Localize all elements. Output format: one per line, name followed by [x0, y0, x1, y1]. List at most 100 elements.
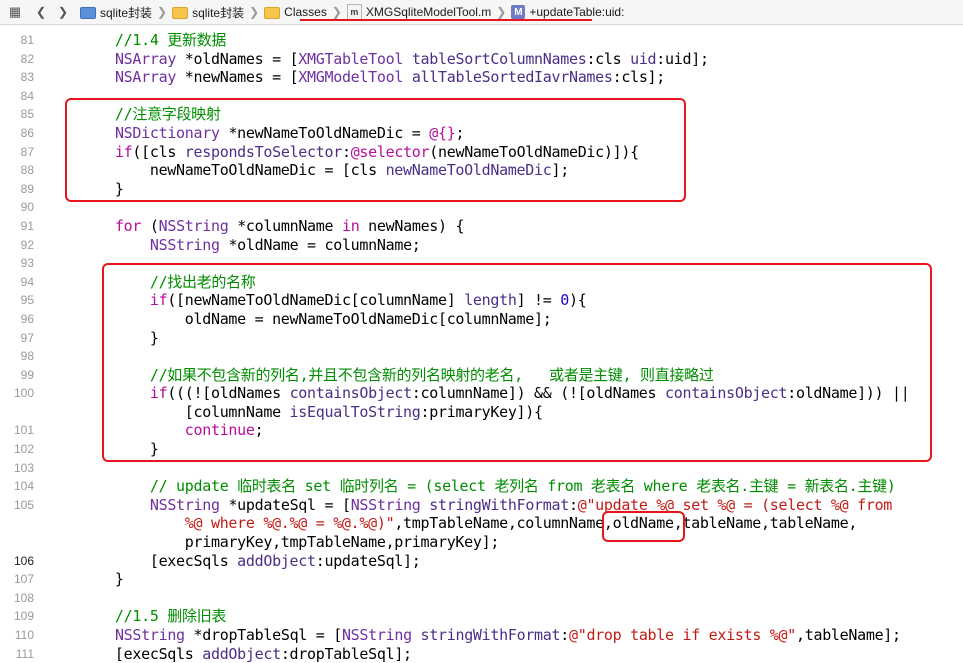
code-text: //1.5 删除旧表 — [80, 607, 226, 626]
line-number: 103 — [13, 460, 34, 475]
code-token-string: @"drop table if exists %@" — [568, 626, 796, 644]
code-token-plain: : — [560, 626, 569, 644]
line-number: 106 — [13, 553, 34, 568]
code-token-type: XMGModelTool — [298, 68, 404, 87]
breadcrumb-method[interactable]: M +updateTable:uid: — [511, 5, 624, 19]
code-text: } — [80, 570, 124, 589]
code-token-comment: //1.5 删除旧表 — [80, 607, 227, 626]
line-number: 91 — [20, 218, 34, 233]
line-number: 110 — [14, 628, 34, 642]
code-token-plain: *oldName = columnName; — [219, 235, 421, 254]
line-number: 93 — [20, 256, 34, 271]
code-token-plain: [execSqls — [80, 551, 238, 570]
code-token-plain: *newNames = [ — [176, 68, 299, 87]
breadcrumb-group[interactable]: sqlite封装 — [172, 4, 244, 21]
line-number: 85 — [20, 107, 34, 122]
code-token-plain: *columnName — [228, 216, 342, 235]
code-token-plain: *updateSql = [ — [219, 495, 351, 514]
code-token-method: addObject — [237, 551, 316, 570]
code-token-method: allTableSortedIavrNames — [411, 68, 613, 87]
line-number: 96 — [20, 311, 34, 326]
chevron-right-icon: ❯ — [331, 5, 342, 19]
code-token-type: NSString — [158, 216, 229, 235]
line-number: 97 — [20, 330, 34, 345]
code-token-method: stringWithFormat — [429, 495, 569, 514]
code-token-type: NSString — [114, 626, 185, 644]
code-token-string: %@ where %@.%@ = %@.%@)" — [80, 514, 395, 533]
code-text: NSArray *newNames = [XMGModelTool allTab… — [80, 68, 665, 87]
breadcrumb-classes[interactable]: Classes — [264, 5, 327, 19]
code-token-keyword: in — [341, 216, 360, 235]
breadcrumb-file[interactable]: m XMGSqliteModelTool.m — [346, 4, 492, 20]
line-number: 83 — [20, 70, 34, 85]
code-token-plain: } — [80, 570, 124, 589]
code-token-type: NSString — [341, 626, 412, 644]
line-number: 87 — [20, 144, 34, 159]
breadcrumb-label: sqlite封装 — [100, 5, 153, 20]
code-text: NSArray *oldNames = [XMGTableTool tableS… — [80, 50, 709, 69]
code-token-plain: *oldNames = [ — [176, 49, 299, 68]
line-number: 95 — [20, 293, 34, 308]
code-token-plain: primaryKey,tmpTableName,primaryKey]; — [80, 533, 500, 552]
folder-icon — [264, 7, 281, 19]
related-items-icon[interactable]: ▦ — [6, 2, 24, 22]
code-token-type: NSString — [149, 495, 220, 514]
line-number: 84 — [20, 88, 34, 103]
code-token-plain: :cls — [586, 49, 631, 68]
back-arrow-icon[interactable]: ❮ — [32, 2, 50, 22]
code-token-plain: :updateSql]; — [315, 551, 421, 570]
code-text: for (NSString *columnName in newNames) { — [80, 216, 465, 236]
code-token-method: tableSortColumnNames — [411, 49, 587, 68]
jump-bar: ▦ ❮ ❯ sqlite封装 ❯ sqlite封装 ❯ Classes ❯ m … — [0, 0, 963, 25]
breadcrumb-label: sqlite封装 — [192, 5, 245, 20]
line-number: 98 — [20, 349, 34, 364]
code-text: [execSqls addObject:updateSql]; — [80, 552, 421, 571]
highlight-box-oldname-arg — [602, 511, 685, 542]
code-token-plain: :uid]; — [656, 49, 709, 68]
code-token-plain: newNames) { — [359, 216, 465, 235]
breadcrumb-project[interactable]: sqlite封装 — [80, 4, 152, 21]
line-number: 100 — [13, 386, 34, 401]
code-token-comment: //1.4 更新数据 — [80, 31, 227, 49]
highlight-box-find-old-name — [102, 263, 932, 462]
code-token-type: NSArray — [114, 68, 177, 87]
m-file-icon: m — [346, 4, 362, 20]
scrollbar[interactable] — [959, 25, 963, 660]
breadcrumb-label: XMGSqliteModelTool.m — [365, 5, 492, 19]
folder-icon — [80, 7, 96, 19]
code-token-plain: ( — [141, 216, 159, 235]
breadcrumb-label: +updateTable:uid: — [529, 5, 625, 19]
forward-arrow-icon[interactable]: ❯ — [54, 2, 72, 22]
code-text: NSString *oldName = columnName; — [80, 236, 421, 255]
line-number: 101 — [13, 423, 34, 438]
code-token-plain: :cls]; — [612, 68, 666, 87]
highlight-box-field-mapping — [65, 98, 686, 202]
line-number: 92 — [20, 237, 34, 252]
line-number: 104 — [13, 479, 34, 494]
code-token-method: uid — [630, 49, 657, 68]
code-text: NSString *updateSql = [NSString stringWi… — [80, 496, 892, 515]
code-token-type: NSString — [149, 235, 220, 254]
method-icon: M — [511, 5, 526, 19]
chevron-right-icon: ❯ — [249, 5, 260, 19]
breadcrumb-underline — [300, 19, 592, 21]
breadcrumb-label: Classes — [284, 5, 327, 19]
chevron-right-icon: ❯ — [157, 5, 168, 19]
line-number: 105 — [13, 497, 34, 512]
code-token-comment: // update 临时表名 set 临时列名 = (select 老列名 fr… — [80, 477, 896, 496]
line-number: 109 — [13, 609, 34, 624]
code-text: // update 临时表名 set 临时列名 = (select 老列名 fr… — [80, 477, 896, 496]
line-number: 86 — [20, 125, 34, 140]
code-text: //1.4 更新数据 — [80, 31, 226, 50]
code-text: %@ where %@.%@ = %@.%@)",tmpTableName,co… — [80, 514, 858, 533]
line-number: 108 — [13, 590, 34, 605]
line-number: 88 — [20, 163, 34, 178]
line-number: 102 — [13, 442, 34, 457]
line-number: 81 — [20, 33, 34, 47]
